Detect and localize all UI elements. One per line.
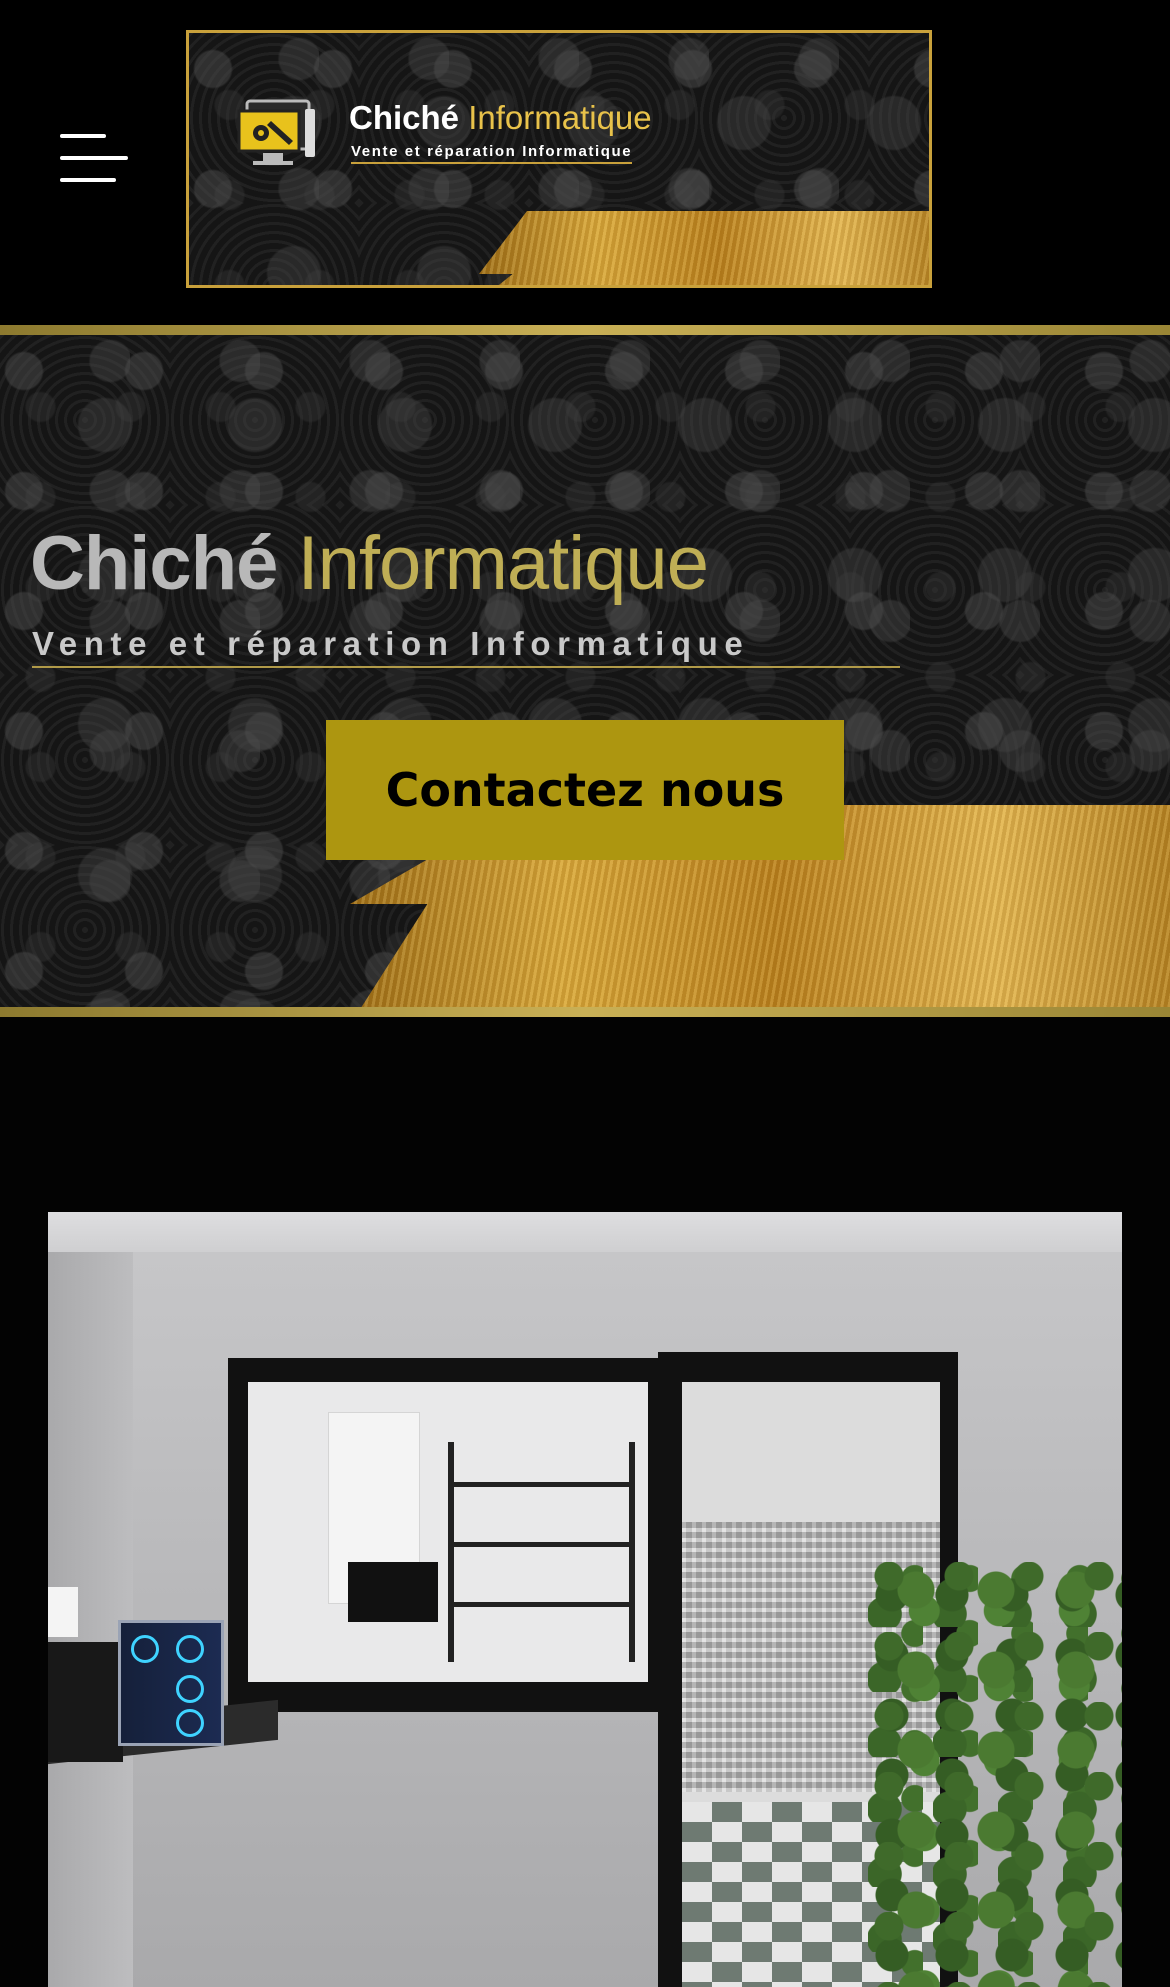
- shop-interior-photo: [48, 1212, 1122, 1987]
- gold-border-top: [0, 325, 1170, 335]
- site-header: Chiché Informatique Vente et réparation …: [0, 0, 1170, 325]
- logo-brand-accent: Informatique: [468, 99, 652, 136]
- hamburger-menu-button[interactable]: [56, 130, 132, 186]
- photo-gaming-pc: [118, 1620, 224, 1746]
- gold-border-bottom: [0, 1007, 1170, 1017]
- hero-section: Chiché Informatique Vente et réparation …: [0, 325, 1170, 1017]
- menu-line: [60, 156, 128, 160]
- hero-title: Chiché Informatique: [30, 520, 709, 607]
- photo-monitor: [348, 1562, 438, 1622]
- logo-banner[interactable]: Chiché Informatique Vente et réparation …: [186, 30, 932, 288]
- menu-line: [60, 134, 106, 138]
- logo-tagline: Vente et réparation Informatique: [351, 143, 633, 164]
- logo-brand-main: Chiché: [349, 99, 460, 136]
- computer-repair-icon: [237, 99, 315, 165]
- hero-subtitle: Vente et réparation Informatique: [32, 625, 900, 668]
- hero-title-accent: Informatique: [297, 521, 709, 606]
- contact-us-button[interactable]: Contactez nous: [326, 720, 844, 860]
- photo-speaker: [48, 1642, 123, 1762]
- photo-poster: [48, 1587, 78, 1637]
- gold-ribbon-decoration: [479, 211, 929, 285]
- photo-shelf: [448, 1442, 635, 1662]
- menu-line: [60, 178, 116, 182]
- photo-plant: [868, 1562, 1122, 1987]
- logo-title: Chiché Informatique: [349, 99, 652, 137]
- hero-title-main: Chiché: [30, 521, 278, 606]
- hero-background: Chiché Informatique Vente et réparation …: [0, 335, 1170, 1007]
